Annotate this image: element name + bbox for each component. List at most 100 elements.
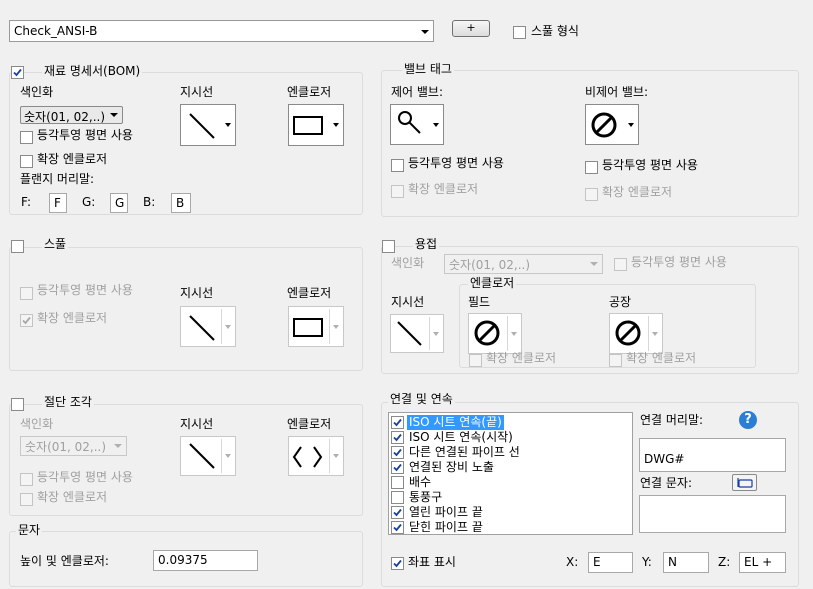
weld-isometric-label: 등각투영 평면 사용 <box>631 255 727 269</box>
bom-isometric-checkbox[interactable] <box>20 131 33 144</box>
dropdown-separator <box>329 309 330 344</box>
bom-leader-dropdown[interactable] <box>180 104 236 146</box>
weld-leader-label: 지시선 <box>391 295 425 309</box>
weld-shop-dropdown[interactable] <box>609 313 663 354</box>
insert-field-button[interactable] <box>732 474 757 491</box>
cut-leader-dropdown[interactable] <box>180 436 236 476</box>
non-control-isometric-checkbox[interactable] <box>585 161 598 174</box>
chevron-down-icon <box>652 331 658 336</box>
cut-enclosure-dropdown[interactable] <box>288 436 344 476</box>
bom-indexing-dropdown[interactable]: 숫자(01, 02,..) <box>20 106 123 124</box>
cut-indexing-value: 숫자(01, 02,..) <box>25 440 107 454</box>
cut-indexing-dropdown[interactable]: 숫자(01, 02,..) <box>20 436 127 456</box>
weld-field-extended-label: 확장 엔클로저 <box>486 351 557 365</box>
bom-leader-label: 지시선 <box>180 85 214 99</box>
checkmark-icon <box>13 68 22 77</box>
list-item[interactable]: 연결된 장비 노출 <box>389 460 632 475</box>
list-item-checkbox[interactable] <box>391 506 404 519</box>
bom-f-input[interactable]: F <box>49 193 67 213</box>
list-item[interactable]: ISO 시트 연속(끝) <box>389 415 632 430</box>
chevron-down-icon <box>433 122 439 127</box>
z-input[interactable]: EL + <box>739 552 786 573</box>
rectangle-enclosure-icon <box>293 116 323 135</box>
connection-text-input[interactable] <box>639 495 786 533</box>
show-coordinates-checkbox[interactable] <box>391 557 404 570</box>
list-item-label: 통풍구 <box>409 490 443 504</box>
cut-piece-checkbox[interactable] <box>11 398 24 411</box>
bom-f-label: F: <box>21 195 32 209</box>
spool-isometric-checkbox[interactable] <box>20 287 33 300</box>
list-item[interactable]: 통풍구 <box>389 490 632 505</box>
cut-indexing-label: 색인화 <box>20 417 54 431</box>
connection-prefix-value: DWG# <box>644 452 685 466</box>
spool-format-checkbox[interactable] <box>513 26 526 39</box>
spool-enclosure-dropdown[interactable] <box>288 306 344 347</box>
list-item[interactable]: 다른 연결된 파이프 선 <box>389 445 632 460</box>
spec-dropdown-value: Check_ANSI-B <box>14 24 98 38</box>
control-valve-label: 제어 밸브: <box>391 85 444 99</box>
text-title: 문자 <box>16 523 43 537</box>
weld-isometric-checkbox[interactable] <box>614 258 627 271</box>
list-item-checkbox[interactable] <box>391 461 404 474</box>
spool-checkbox[interactable] <box>11 240 24 253</box>
spool-leader-dropdown[interactable] <box>180 306 236 347</box>
control-isometric-checkbox[interactable] <box>391 159 404 172</box>
list-item[interactable]: 닫힌 파이프 끝 <box>389 520 632 534</box>
weld-indexing-dropdown[interactable]: 숫자(01, 02,..) <box>444 254 603 274</box>
dropdown-separator <box>507 316 508 351</box>
cut-extended-checkbox[interactable] <box>20 493 33 506</box>
x-input[interactable]: E <box>588 552 633 573</box>
weld-field-extended-checkbox[interactable] <box>469 354 482 367</box>
y-input[interactable]: N <box>663 552 709 573</box>
spool-extended-checkbox[interactable] <box>20 314 33 327</box>
add-button[interactable]: + <box>452 20 490 37</box>
list-item-checkbox[interactable] <box>391 476 404 489</box>
bom-enclosure-dropdown[interactable] <box>288 104 344 146</box>
leader-line-icon <box>189 113 215 139</box>
bom-g-input[interactable]: G <box>110 193 128 213</box>
control-extended-checkbox[interactable] <box>391 185 404 198</box>
weld-indexing-value: 숫자(01, 02,..) <box>449 258 531 272</box>
dropdown-separator <box>329 439 330 473</box>
list-item-checkbox[interactable] <box>391 491 404 504</box>
list-item-checkbox[interactable] <box>391 446 404 459</box>
spec-dropdown[interactable]: Check_ANSI-B <box>9 20 434 42</box>
list-item-checkbox[interactable] <box>391 416 404 429</box>
chevron-down-icon <box>433 331 439 336</box>
text-height-label: 높이 및 엔클로저: <box>20 554 109 568</box>
cut-enclosure-label: 엔클로저 <box>287 417 332 431</box>
bom-checkbox[interactable] <box>11 66 24 79</box>
cut-isometric-checkbox[interactable] <box>20 473 33 486</box>
list-item-label: ISO 시트 연속(끝) <box>407 415 504 430</box>
magnifier-icon <box>398 111 421 134</box>
weld-shop-extended-checkbox[interactable] <box>609 354 622 367</box>
chevron-down-icon <box>225 123 231 127</box>
list-item-checkbox[interactable] <box>391 431 404 444</box>
help-icon[interactable]: ? <box>739 411 757 429</box>
non-control-valve-dropdown[interactable] <box>585 104 639 145</box>
connection-list[interactable]: ISO 시트 연속(끝) ISO 시트 연속(시작) 다른 연결된 파이프 선 … <box>388 412 633 535</box>
checkmark-icon <box>22 316 31 325</box>
checkmark-icon <box>393 463 402 472</box>
chevron-down-icon <box>333 454 339 458</box>
weld-leader-dropdown[interactable] <box>390 314 444 353</box>
weld-field-dropdown[interactable] <box>468 313 522 354</box>
leader-line-icon <box>189 443 215 469</box>
list-item[interactable]: 열린 파이프 끝 <box>389 505 632 520</box>
control-valve-dropdown[interactable] <box>390 104 444 145</box>
bom-extended-checkbox[interactable] <box>20 155 33 168</box>
connection-prefix-input[interactable]: DWG# <box>639 438 786 472</box>
text-height-input[interactable]: 0.09375 <box>153 550 258 571</box>
circle-slash-icon <box>474 320 500 346</box>
bom-b-input[interactable]: B <box>171 193 191 213</box>
chevron-down-icon <box>225 324 231 329</box>
spool-format-label: 스풀 형식 <box>531 24 579 38</box>
weld-checkbox[interactable] <box>382 240 395 253</box>
list-item[interactable]: 배수 <box>389 475 632 490</box>
list-item-checkbox[interactable] <box>391 521 404 534</box>
non-control-extended-checkbox[interactable] <box>585 188 598 201</box>
list-item[interactable]: ISO 시트 연속(시작) <box>389 430 632 445</box>
cut-leader-label: 지시선 <box>180 417 214 431</box>
weld-indexing-label: 색인화 <box>391 256 425 270</box>
chevron-down-icon <box>590 262 598 266</box>
